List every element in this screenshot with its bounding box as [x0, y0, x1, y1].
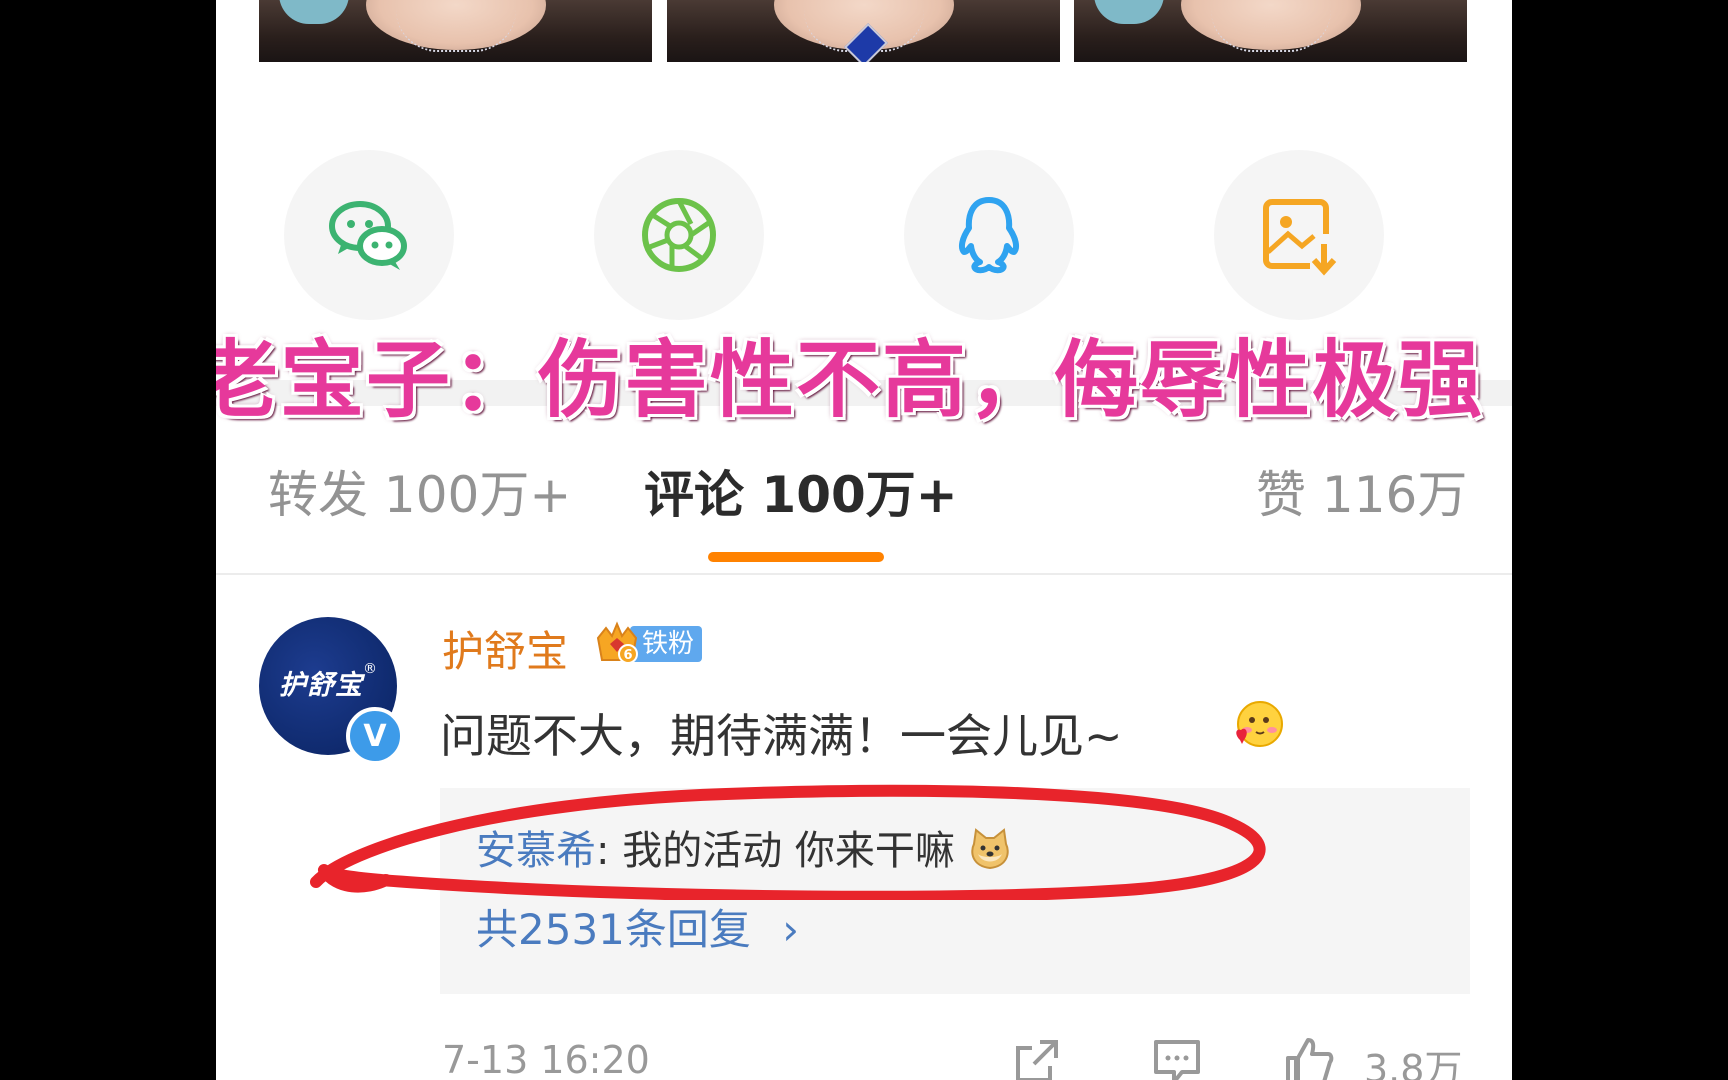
registered-mark: ®	[363, 661, 377, 677]
avatar-logo-text: 护舒宝	[279, 669, 363, 701]
comment-text: 问题不大，期待满满！一会儿见~	[440, 709, 1123, 763]
tab-likes[interactable]: 赞 116万	[1256, 455, 1467, 527]
overlay-caption: 老宝子：伤害性不高，侮辱性极强	[216, 331, 1485, 429]
qq-penguin-icon	[958, 197, 1020, 274]
post-photo-1[interactable]	[259, 0, 652, 62]
wechat-icon	[329, 201, 407, 270]
verified-badge-icon: V	[346, 707, 404, 765]
interaction-tabs: 转发 100万+ 评论 100万+ 赞 116万	[216, 455, 1512, 565]
share-moments-button[interactable]	[594, 150, 764, 320]
reply-username[interactable]: 安慕希	[476, 828, 596, 874]
crown-icon: 6	[596, 621, 638, 664]
weibo-post-view: 转发 100万+ 评论 100万+ 赞 116万 护舒宝 ® V 护舒宝 铁粉 …	[216, 0, 1512, 1080]
view-replies-link[interactable]: 共2531条回复 ›	[476, 896, 799, 957]
reply-separator: :	[596, 828, 623, 874]
moments-shutter-icon	[642, 198, 716, 272]
tabs-divider	[216, 573, 1512, 575]
fan-badge-label: 铁粉	[630, 626, 703, 662]
comment-timestamp: 7-13 16:20	[442, 1038, 650, 1080]
comment-icon[interactable]	[1152, 1036, 1202, 1080]
reply-line: 安慕希: 我的活动 你来干嘛	[476, 818, 1012, 876]
iron-fan-badge[interactable]: 铁粉 6	[594, 620, 712, 666]
photo-strip	[259, 0, 1467, 62]
reply-preview[interactable]: 安慕希: 我的活动 你来干嘛 共2531条回复 ›	[440, 788, 1470, 994]
tab-repost[interactable]: 转发 100万+	[268, 455, 571, 527]
post-photo-2[interactable]	[667, 0, 1060, 62]
comment-footer: 7-13 16:20 3.8万	[216, 1030, 1512, 1080]
blush-heart-emoji-icon	[1236, 701, 1283, 747]
fan-level: 6	[623, 648, 632, 663]
active-tab-indicator	[708, 552, 884, 562]
chevron-right-icon: ›	[782, 905, 800, 954]
tab-comments[interactable]: 评论 100万+	[644, 455, 958, 527]
share-qq-button[interactable]	[904, 150, 1074, 320]
save-image-icon	[1263, 199, 1337, 276]
share-icon[interactable]	[1012, 1036, 1062, 1080]
reply-text: 我的活动 你来干嘛	[622, 828, 955, 874]
doge-emoji-icon	[970, 828, 1009, 870]
reply-count-label: 共2531条回复	[476, 905, 751, 954]
share-row	[216, 150, 1512, 320]
comment-username[interactable]: 护舒宝	[442, 618, 568, 679]
post-photo-3[interactable]	[1074, 0, 1467, 62]
save-image-button[interactable]	[1214, 150, 1384, 320]
share-wechat-button[interactable]	[284, 150, 454, 320]
like-count: 3.8万	[1364, 1047, 1463, 1080]
like-thumb-icon[interactable]	[1284, 1036, 1334, 1080]
